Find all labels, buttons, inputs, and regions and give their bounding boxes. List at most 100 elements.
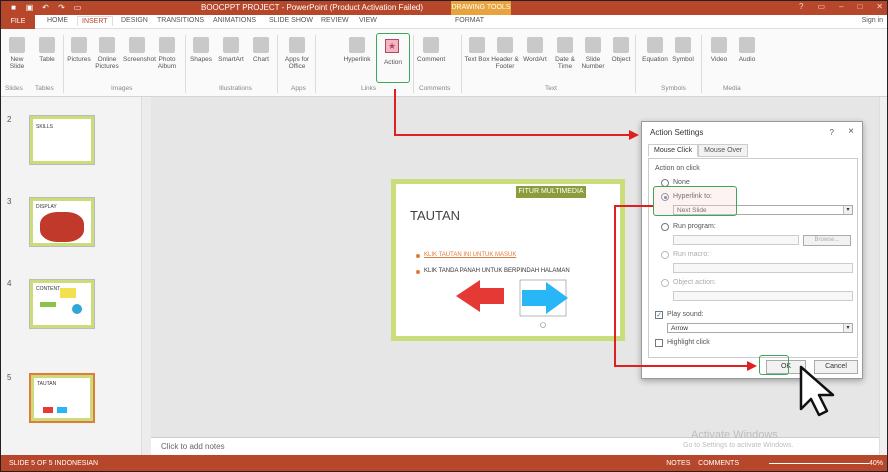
close-icon[interactable]: ✕	[876, 2, 883, 11]
dialog-title: Action Settings	[650, 128, 704, 137]
chart-button[interactable]: Chart	[247, 37, 275, 63]
green-shape	[40, 302, 56, 307]
object-icon	[613, 37, 629, 53]
slide-number-label: Slide Number	[581, 56, 605, 70]
object-action-select[interactable]	[673, 291, 853, 301]
radio-object-action[interactable]	[661, 279, 669, 287]
table-button[interactable]: Table	[33, 37, 61, 63]
comments-button[interactable]: COMMENTS	[698, 460, 739, 467]
thumb-title: TAUTAN	[37, 381, 57, 387]
tab-mouse-click[interactable]: Mouse Click	[648, 144, 699, 157]
tab-view[interactable]: VIEW	[359, 17, 377, 24]
maximize-icon[interactable]: □	[857, 2, 862, 11]
date-time-button[interactable]: Date & Time	[551, 37, 579, 70]
equation-button[interactable]: Equation	[641, 37, 669, 63]
zoom-level[interactable]: 40%	[869, 460, 883, 467]
comment-button[interactable]: Comment	[417, 37, 445, 63]
header-footer-button[interactable]: Header & Footer	[491, 37, 519, 70]
tab-mouse-over[interactable]: Mouse Over	[698, 144, 749, 157]
new-slide-button[interactable]: New Slide	[3, 37, 31, 70]
ribbon-separator	[461, 35, 462, 93]
browse-button[interactable]: Browse...	[803, 235, 851, 246]
video-button[interactable]: Video	[705, 37, 733, 63]
tab-review[interactable]: REVIEW	[321, 17, 349, 24]
smartart-icon	[223, 37, 239, 53]
screenshot-icon	[129, 37, 145, 53]
redo-icon[interactable]: ↷	[57, 3, 66, 12]
minimize-icon[interactable]: –	[839, 2, 843, 11]
main-scrollbar[interactable]	[879, 97, 887, 455]
screenshot-label: Screenshot	[123, 56, 156, 63]
play-sound-checkbox[interactable]: ✓	[655, 311, 663, 319]
slide-header-tag: FITUR MULTIMEDIA	[516, 186, 586, 198]
text-box-label: Text Box	[464, 56, 490, 63]
tab-home[interactable]: HOME	[47, 17, 68, 24]
ribbon-display-icon[interactable]: ▭	[817, 2, 825, 11]
slide-thumbnail-4[interactable]: CONTENT	[29, 279, 95, 329]
ribbon-separator	[413, 35, 414, 93]
wordart-button[interactable]: WordArt	[521, 37, 549, 63]
tab-transitions[interactable]: TRANSITIONS	[157, 17, 204, 24]
text-box-icon	[469, 37, 485, 53]
shapes-button[interactable]: Shapes	[187, 37, 215, 63]
run-program-input[interactable]	[673, 235, 799, 245]
tab-slide-show[interactable]: SLIDE SHOW	[269, 17, 313, 24]
group-tables: Tables	[35, 85, 54, 92]
hyperlink-button[interactable]: Hyperlink	[343, 37, 371, 63]
slide-title[interactable]: TAUTAN	[410, 208, 460, 223]
new-slide-label: New Slide	[9, 56, 25, 70]
save-icon[interactable]: ▣	[25, 3, 34, 12]
tab-insert[interactable]: INSERT	[77, 16, 113, 26]
slide-thumbnail-2[interactable]: SKILLS	[29, 115, 95, 165]
start-from-beginning-icon[interactable]: ▭	[73, 3, 82, 12]
help-icon[interactable]: ?	[799, 2, 803, 11]
highlight-click-checkbox[interactable]	[655, 339, 663, 347]
activate-windows-subtitle: Go to Settings to activate Windows.	[683, 442, 794, 449]
action-button[interactable]: Action	[379, 59, 407, 66]
undo-icon[interactable]: ↶	[41, 3, 50, 12]
activate-windows-title: Activate Windows	[691, 429, 778, 441]
group-illustrations: Illustrations	[219, 85, 252, 92]
run-macro-select[interactable]	[673, 263, 853, 273]
slide-number-button[interactable]: Slide Number	[579, 37, 607, 70]
notes-button[interactable]: NOTES	[666, 460, 690, 467]
symbol-button[interactable]: Symbol	[669, 37, 697, 63]
slide-thumbnail-5[interactable]: TAUTAN	[29, 373, 95, 423]
apps-for-office-button[interactable]: Apps for Office	[283, 37, 311, 70]
table-label: Table	[39, 56, 55, 63]
cancel-button[interactable]: Cancel	[814, 360, 858, 374]
blue-circle	[72, 304, 82, 314]
online-pictures-button[interactable]: Online Pictures	[93, 37, 121, 70]
slide-thumbnails-pane: 2 SKILLS 3 DISPLAY 4 CONTENT 5 TAUTAN	[1, 97, 151, 455]
notes-placeholder: Click to add notes	[161, 442, 225, 451]
sign-in-link[interactable]: Sign in	[862, 17, 883, 24]
slide-thumbnail-3[interactable]: DISPLAY	[29, 197, 95, 247]
photo-album-label: Photo Album	[157, 56, 177, 70]
window-title: BOOCPPT PROJECT - PowerPoint (Product Ac…	[201, 3, 424, 12]
photo-album-button[interactable]: Photo Album	[153, 37, 181, 70]
thumbnails-scrollbar[interactable]	[141, 97, 151, 455]
bullet-text[interactable]: KLIK TANDA PANAH UNTUK BERPINDAH HALAMAN	[424, 268, 570, 274]
smartart-button[interactable]: SmartArt	[217, 37, 245, 63]
hyperlink-label: Hyperlink	[343, 56, 371, 63]
pictures-button[interactable]: Pictures	[65, 37, 93, 63]
hyperlink-text[interactable]: KLIK TAUTAN INI UNTUK MASUK	[424, 252, 516, 258]
screenshot-button[interactable]: Screenshot	[123, 37, 156, 63]
tab-format[interactable]: FORMAT	[455, 17, 484, 24]
radio-run-program[interactable]	[661, 223, 669, 231]
zoom-slider[interactable]	[769, 463, 869, 464]
play-sound-select[interactable]: Arrow ▾	[667, 323, 853, 333]
tab-file[interactable]: FILE	[1, 15, 35, 29]
object-label: Object	[611, 56, 631, 63]
tab-animations[interactable]: ANIMATIONS	[213, 17, 256, 24]
text-box-button[interactable]: Text Box	[463, 37, 491, 63]
tab-design[interactable]: DESIGN	[121, 17, 148, 24]
object-button[interactable]: Object	[607, 37, 635, 63]
radio-run-macro[interactable]	[661, 251, 669, 259]
dialog-help-icon[interactable]: ?	[830, 128, 834, 137]
ribbon-separator	[315, 35, 316, 93]
audio-button[interactable]: Audio	[733, 37, 761, 63]
equation-icon	[647, 37, 663, 53]
dialog-close-icon[interactable]: ×	[848, 126, 854, 137]
window-controls: ? ▭ – □ ✕	[799, 2, 883, 11]
